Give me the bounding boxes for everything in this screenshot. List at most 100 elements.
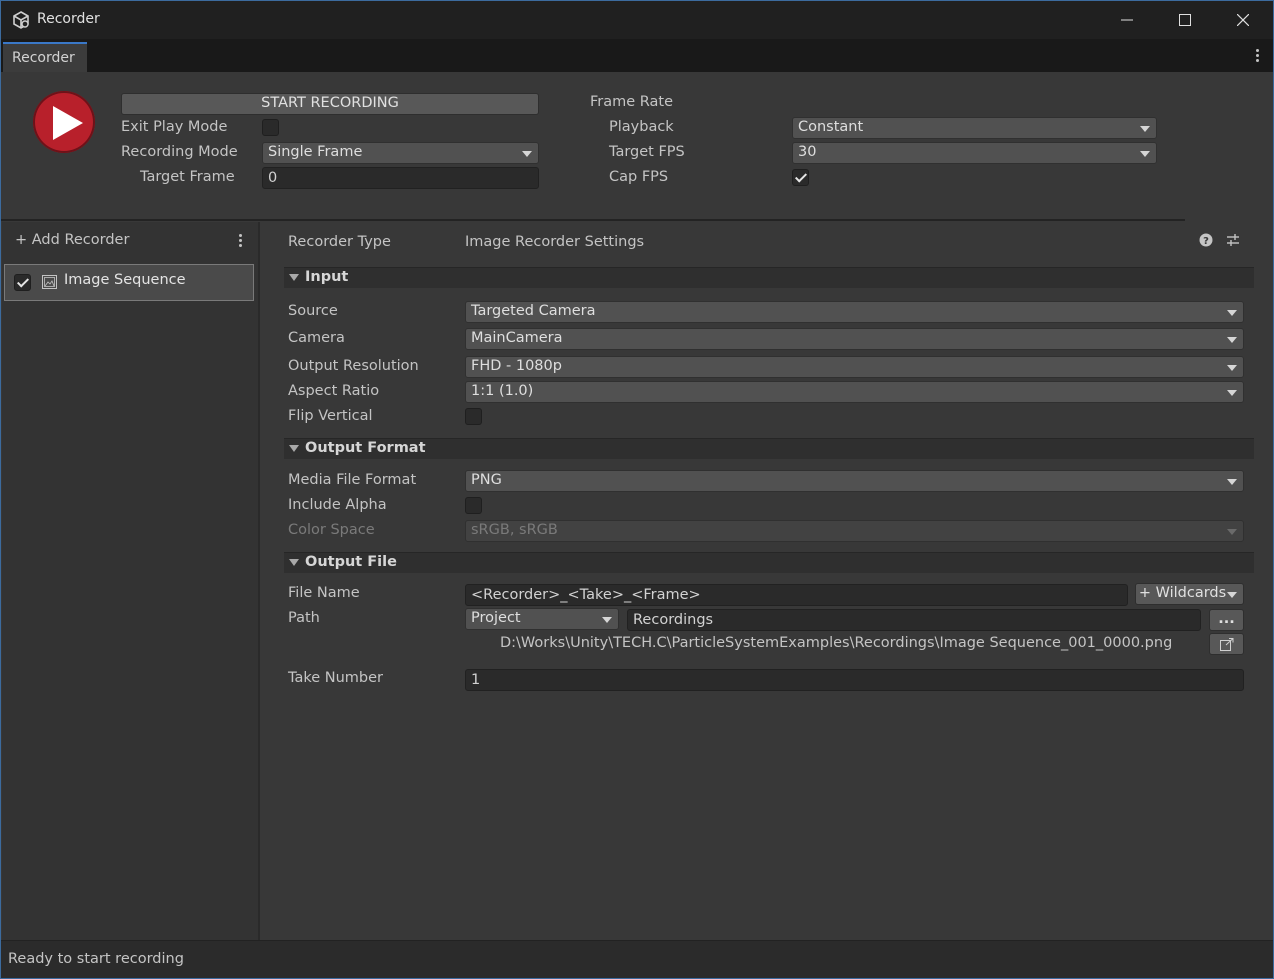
- file-name-input[interactable]: <Recorder>_<Take>_<Frame>: [465, 584, 1128, 606]
- close-icon: [1237, 14, 1249, 26]
- media-file-format-value: PNG: [471, 472, 502, 488]
- title-bar: Recorder: [1, 1, 1273, 39]
- input-section-title: Input: [305, 269, 349, 285]
- chevron-down-icon: [522, 151, 532, 157]
- tab-recorder[interactable]: Recorder: [3, 42, 87, 72]
- flip-vertical-label: Flip Vertical: [288, 408, 373, 424]
- aspect-ratio-value: 1:1 (1.0): [471, 383, 534, 399]
- color-space-dropdown: sRGB, sRGB: [465, 520, 1244, 542]
- close-button[interactable]: [1214, 1, 1272, 39]
- recording-mode-label: Recording Mode: [121, 144, 238, 160]
- output-file-section-header[interactable]: Output File: [284, 552, 1254, 573]
- frame-rate-label: Frame Rate: [590, 94, 674, 110]
- play-icon: [53, 106, 83, 140]
- minimize-button[interactable]: [1098, 1, 1156, 39]
- media-file-format-dropdown[interactable]: PNG: [465, 470, 1244, 492]
- path-root-dropdown[interactable]: Project: [465, 608, 619, 630]
- tab-strip: Recorder: [1, 39, 1273, 72]
- target-frame-input[interactable]: 0: [262, 167, 539, 189]
- output-format-section-header[interactable]: Output Format: [284, 438, 1254, 459]
- add-recorder-button[interactable]: + Add Recorder: [15, 232, 129, 248]
- playback-label: Playback: [609, 119, 674, 135]
- flip-vertical-checkbox[interactable]: [465, 408, 482, 425]
- target-fps-label: Target FPS: [609, 144, 685, 160]
- wildcards-label: + Wildcards: [1138, 585, 1227, 601]
- record-play-button[interactable]: [33, 91, 95, 153]
- aspect-ratio-dropdown[interactable]: 1:1 (1.0): [465, 381, 1244, 403]
- recording-mode-dropdown[interactable]: Single Frame: [262, 142, 539, 164]
- take-number-input[interactable]: 1: [465, 669, 1244, 691]
- take-number-label: Take Number: [288, 670, 384, 686]
- svg-text:?: ?: [1203, 236, 1209, 247]
- chevron-down-icon: [1140, 151, 1150, 157]
- output-resolution-dropdown[interactable]: FHD - 1080p: [465, 356, 1244, 378]
- chevron-down-icon: [1227, 390, 1237, 396]
- source-dropdown[interactable]: Targeted Camera: [465, 301, 1244, 323]
- chevron-down-icon: [1140, 126, 1150, 132]
- wildcards-button[interactable]: + Wildcards: [1135, 583, 1244, 605]
- start-recording-button[interactable]: START RECORDING: [121, 93, 539, 115]
- top-divider: [1, 219, 1185, 221]
- minimize-icon: [1121, 19, 1133, 21]
- maximize-icon: [1179, 14, 1191, 26]
- color-space-value: sRGB, sRGB: [471, 522, 558, 538]
- exit-play-mode-label: Exit Play Mode: [121, 119, 228, 135]
- tab-menu-icon[interactable]: [1256, 49, 1260, 64]
- media-file-format-label: Media File Format: [288, 472, 417, 488]
- target-frame-label: Target Frame: [140, 169, 235, 185]
- full-output-path: D:\Works\Unity\TECH.C\ParticleSystemExam…: [500, 635, 1173, 651]
- recording-mode-value: Single Frame: [268, 144, 363, 160]
- include-alpha-label: Include Alpha: [288, 497, 387, 513]
- path-input[interactable]: Recordings: [627, 609, 1201, 631]
- status-bar: Ready to start recording: [1, 940, 1273, 978]
- foldout-arrow-icon: [289, 445, 299, 452]
- browse-folder-button[interactable]: ...: [1209, 609, 1244, 631]
- recorder-item-image-sequence[interactable]: Image Sequence: [4, 264, 254, 301]
- reveal-in-explorer-button[interactable]: [1209, 633, 1244, 655]
- chevron-down-icon: [1227, 365, 1237, 371]
- playback-value: Constant: [798, 119, 864, 135]
- cap-fps-checkbox[interactable]: [792, 169, 809, 186]
- recorder-window: Recorder Recorder START RECORDING Exit P…: [0, 0, 1274, 979]
- file-name-label: File Name: [288, 585, 360, 601]
- output-resolution-label: Output Resolution: [288, 358, 419, 374]
- source-label: Source: [288, 303, 338, 319]
- recording-controls: START RECORDING Exit Play Mode Recording…: [1, 72, 1273, 221]
- chevron-down-icon: [1227, 592, 1237, 598]
- chevron-down-icon: [1227, 529, 1237, 535]
- output-file-section-title: Output File: [305, 554, 397, 570]
- target-fps-value: 30: [798, 144, 817, 160]
- camera-dropdown[interactable]: MainCamera: [465, 328, 1244, 350]
- camera-label: Camera: [288, 330, 345, 346]
- include-alpha-checkbox[interactable]: [465, 497, 482, 514]
- path-label: Path: [288, 610, 320, 626]
- recorder-enabled-checkbox[interactable]: [14, 274, 31, 291]
- exit-play-mode-checkbox[interactable]: [262, 119, 279, 136]
- target-fps-dropdown[interactable]: 30: [792, 142, 1157, 164]
- foldout-arrow-icon: [289, 274, 299, 281]
- chevron-down-icon: [1227, 337, 1237, 343]
- recorder-list-menu-icon[interactable]: [239, 234, 243, 249]
- presets-icon[interactable]: [1226, 233, 1240, 247]
- foldout-arrow-icon: [289, 559, 299, 566]
- maximize-button[interactable]: [1156, 1, 1214, 39]
- chevron-down-icon: [1227, 479, 1237, 485]
- playback-dropdown[interactable]: Constant: [792, 117, 1157, 139]
- open-external-icon: [1219, 638, 1233, 651]
- source-value: Targeted Camera: [471, 303, 596, 319]
- chevron-down-icon: [1227, 310, 1237, 316]
- image-icon: [42, 275, 57, 289]
- camera-value: MainCamera: [471, 330, 563, 346]
- status-text: Ready to start recording: [8, 951, 184, 967]
- recorder-type-label: Recorder Type: [288, 234, 391, 250]
- chevron-down-icon: [602, 617, 612, 623]
- window-title: Recorder: [37, 11, 100, 27]
- recorder-settings-panel: Recorder Type Image Recorder Settings ? …: [260, 222, 1273, 940]
- input-section-header[interactable]: Input: [284, 267, 1254, 288]
- output-format-section-title: Output Format: [305, 440, 426, 456]
- help-icon[interactable]: ?: [1199, 233, 1213, 247]
- path-root-value: Project: [471, 610, 521, 626]
- output-resolution-value: FHD - 1080p: [471, 358, 562, 374]
- cap-fps-label: Cap FPS: [609, 169, 669, 185]
- aspect-ratio-label: Aspect Ratio: [288, 383, 380, 399]
